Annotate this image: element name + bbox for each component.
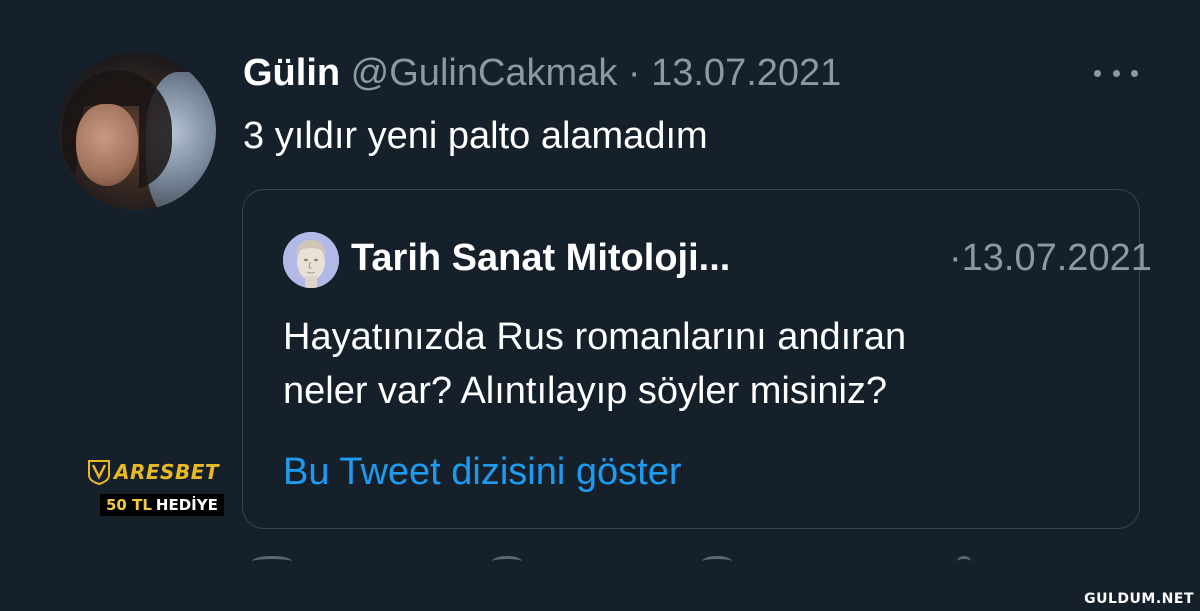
more-horizontal-icon[interactable] [1094, 66, 1138, 80]
author-name[interactable]: Gülin [243, 52, 340, 94]
show-thread-link[interactable]: Bu Tweet dizisini göster [283, 445, 682, 499]
tweet-header: Gülin @GulinCakmak · 13.07.2021 [243, 50, 841, 96]
share-icon[interactable] [957, 556, 971, 567]
quoted-meta: ·13.07.2021 [949, 234, 1152, 282]
shield-icon [88, 460, 110, 485]
quoted-separator: · [949, 237, 962, 279]
header-separator: · [627, 52, 641, 94]
statue-head-icon [283, 232, 339, 288]
quoted-author-name[interactable]: Tarih Sanat Mitoloji... [351, 237, 730, 279]
reply-icon[interactable] [252, 556, 292, 567]
quoted-tweet-text: Hayatınızda Rus romanlarını andıran nele… [283, 310, 1103, 418]
quoted-author-avatar [283, 232, 339, 288]
dot [1131, 69, 1138, 77]
tweet-text: 3 yıldır yeni palto alamadım [243, 115, 708, 157]
retweet-icon[interactable] [492, 556, 522, 567]
dot [1112, 69, 1120, 77]
promo-amount: 50 TL [106, 496, 152, 514]
tweet: Gülin @GulinCakmak · 13.07.2021 3 yıldır… [0, 0, 1200, 611]
quoted-tweet-header: Tarih Sanat Mitoloji... ·13.07.2021 [351, 234, 1152, 282]
watermark: GULDUM.NET [1084, 591, 1194, 607]
tweet-actions-bar [242, 556, 1142, 566]
quoted-text-line: Hayatınızda Rus romanlarını andıran [283, 316, 907, 358]
dot [1094, 69, 1101, 77]
tweet-date[interactable]: 13.07.2021 [651, 52, 841, 94]
promo-banner[interactable]: ARESBET 50 TL HEDİYE [88, 454, 228, 528]
promo-brand: ARESBET [114, 460, 219, 484]
quoted-tweet-card[interactable]: Tarih Sanat Mitoloji... ·13.07.2021 Haya… [242, 189, 1152, 529]
promo-label: HEDİYE [155, 496, 218, 514]
quoted-text-line: neler var? Alıntılayıp söyler misiniz? [283, 370, 888, 412]
quoted-date[interactable]: 13.07.2021 [962, 237, 1152, 279]
author-handle[interactable]: @GulinCakmak [351, 52, 618, 94]
promo-logo: ARESBET [88, 454, 228, 490]
author-avatar[interactable] [58, 52, 216, 210]
avatar-face [76, 104, 138, 186]
promo-badge: 50 TL HEDİYE [100, 494, 224, 516]
like-icon[interactable] [702, 556, 732, 567]
